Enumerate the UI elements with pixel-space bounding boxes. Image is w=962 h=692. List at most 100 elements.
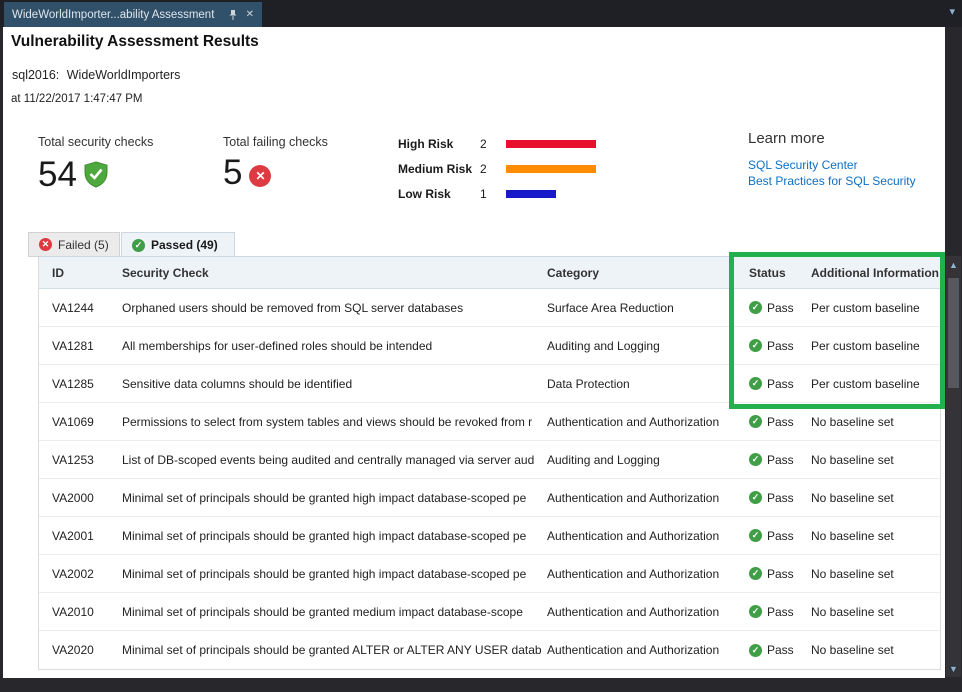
table-header-row: ID Security Check Category Status Additi…: [39, 257, 940, 289]
column-header-additional-information: Additional Information: [811, 266, 940, 280]
failing-checks-metric: Total failing checks 5 ✕: [223, 135, 328, 190]
risk-legend: High Risk 2 Medium Risk 2 Low Risk 1: [398, 131, 596, 206]
results-rows: VA1244 Orphaned users should be removed …: [39, 289, 940, 669]
pass-icon: ✓: [749, 377, 762, 390]
learn-more-title: Learn more: [748, 130, 916, 147]
tab-passed[interactable]: ✓ Passed (49): [121, 232, 235, 257]
cell-category: Authentication and Authorization: [547, 643, 749, 657]
cell-category: Data Protection: [547, 377, 749, 391]
pass-icon: ✓: [749, 301, 762, 314]
table-row[interactable]: VA2000 Minimal set of principals should …: [39, 479, 940, 517]
fail-cross-icon: ✕: [249, 165, 271, 187]
cell-id: VA1069: [39, 415, 122, 429]
tab-failed[interactable]: ✕ Failed (5): [28, 232, 120, 257]
cell-id: VA1285: [39, 377, 122, 391]
table-row[interactable]: VA1285 Sensitive data columns should be …: [39, 365, 940, 403]
pass-icon: ✓: [749, 453, 762, 466]
cell-category: Authentication and Authorization: [547, 529, 749, 543]
cell-category: Surface Area Reduction: [547, 301, 749, 315]
cell-id: VA2010: [39, 605, 122, 619]
risk-count: 2: [480, 137, 502, 151]
vertical-scrollbar[interactable]: ▲ ▼: [946, 256, 961, 677]
cell-category: Authentication and Authorization: [547, 415, 749, 429]
app-window: WideWorldImporter...ability Assessment ✕…: [0, 0, 962, 692]
total-checks-label: Total security checks: [38, 135, 153, 149]
cell-status-label: Pass: [767, 567, 794, 581]
link-sql-security-center[interactable]: SQL Security Center: [748, 158, 916, 174]
cell-info: Per custom baseline: [811, 339, 940, 353]
scroll-down-icon[interactable]: ▼: [946, 661, 961, 676]
cell-status-label: Pass: [767, 605, 794, 619]
pass-icon: ✓: [749, 644, 762, 657]
cell-status-label: Pass: [767, 339, 794, 353]
risk-label: High Risk: [398, 137, 480, 151]
cell-check: Minimal set of principals should be gran…: [122, 529, 547, 543]
cell-category: Auditing and Logging: [547, 453, 749, 467]
table-row[interactable]: VA1253 List of DB-scoped events being au…: [39, 441, 940, 479]
close-icon[interactable]: ✕: [246, 10, 254, 20]
cell-status-label: Pass: [767, 301, 794, 315]
cell-status-label: Pass: [767, 643, 794, 657]
cell-check: Minimal set of principals should be gran…: [122, 643, 547, 657]
cell-status-label: Pass: [767, 453, 794, 467]
cell-check: Sensitive data columns should be identif…: [122, 377, 547, 391]
cell-status-label: Pass: [767, 377, 794, 391]
scroll-up-icon[interactable]: ▲: [946, 257, 961, 272]
risk-count: 1: [480, 187, 502, 201]
cell-info: No baseline set: [811, 605, 940, 619]
cell-id: VA2002: [39, 567, 122, 581]
cell-status: ✓ Pass: [749, 491, 811, 505]
cell-category: Authentication and Authorization: [547, 567, 749, 581]
cell-status-label: Pass: [767, 491, 794, 505]
cell-status: ✓ Pass: [749, 415, 811, 429]
cell-info: Per custom baseline: [811, 377, 940, 391]
failed-tab-icon: ✕: [39, 238, 52, 251]
table-row[interactable]: VA2002 Minimal set of principals should …: [39, 555, 940, 593]
cell-status: ✓ Pass: [749, 643, 811, 657]
cell-check: Permissions to select from system tables…: [122, 415, 547, 429]
risk-bar: [506, 140, 596, 148]
scan-timestamp: at 11/22/2017 1:47:47 PM: [11, 93, 143, 105]
pass-icon: ✓: [749, 605, 762, 618]
document-tab[interactable]: WideWorldImporter...ability Assessment ✕: [4, 2, 262, 27]
risk-row: High Risk 2: [398, 131, 596, 156]
document-tab-title: WideWorldImporter...ability Assessment: [12, 9, 220, 21]
table-row[interactable]: VA1069 Permissions to select from system…: [39, 403, 940, 441]
cell-info: No baseline set: [811, 491, 940, 505]
page-title: Vulnerability Assessment Results: [11, 33, 259, 51]
document-tab-bar: WideWorldImporter...ability Assessment ✕…: [0, 0, 962, 27]
cell-id: VA2001: [39, 529, 122, 543]
risk-label: Low Risk: [398, 187, 480, 201]
table-row[interactable]: VA1281 All memberships for user-defined …: [39, 327, 940, 365]
column-header-id: ID: [39, 266, 122, 280]
cell-status: ✓ Pass: [749, 377, 811, 391]
cell-check: Minimal set of principals should be gran…: [122, 491, 547, 505]
cell-id: VA1281: [39, 339, 122, 353]
failing-checks-value: 5: [223, 155, 242, 190]
server-database-line: sql2016: WideWorldImporters: [12, 68, 180, 82]
cell-category: Auditing and Logging: [547, 339, 749, 353]
cell-status: ✓ Pass: [749, 453, 811, 467]
cell-status: ✓ Pass: [749, 567, 811, 581]
link-best-practices[interactable]: Best Practices for SQL Security: [748, 174, 916, 190]
risk-row: Medium Risk 2: [398, 156, 596, 181]
table-row[interactable]: VA1244 Orphaned users should be removed …: [39, 289, 940, 327]
risk-count: 2: [480, 162, 502, 176]
pass-icon: ✓: [749, 339, 762, 352]
pass-icon: ✓: [749, 567, 762, 580]
cell-check: Minimal set of principals should be gran…: [122, 567, 547, 581]
cell-id: VA2000: [39, 491, 122, 505]
pin-icon[interactable]: [228, 9, 238, 21]
cell-status-label: Pass: [767, 529, 794, 543]
table-row[interactable]: VA2001 Minimal set of principals should …: [39, 517, 940, 555]
table-row[interactable]: VA2010 Minimal set of principals should …: [39, 593, 940, 631]
learn-more-section: Learn more SQL Security Center Best Prac…: [748, 130, 916, 189]
risk-row: Low Risk 1: [398, 181, 596, 206]
chevron-down-icon[interactable]: ▾: [949, 7, 955, 18]
scrollbar-thumb[interactable]: [948, 278, 959, 388]
results-table: ID Security Check Category Status Additi…: [38, 256, 941, 670]
table-row[interactable]: VA2020 Minimal set of principals should …: [39, 631, 940, 669]
cell-info: No baseline set: [811, 643, 940, 657]
pass-icon: ✓: [749, 529, 762, 542]
cell-info: No baseline set: [811, 415, 940, 429]
